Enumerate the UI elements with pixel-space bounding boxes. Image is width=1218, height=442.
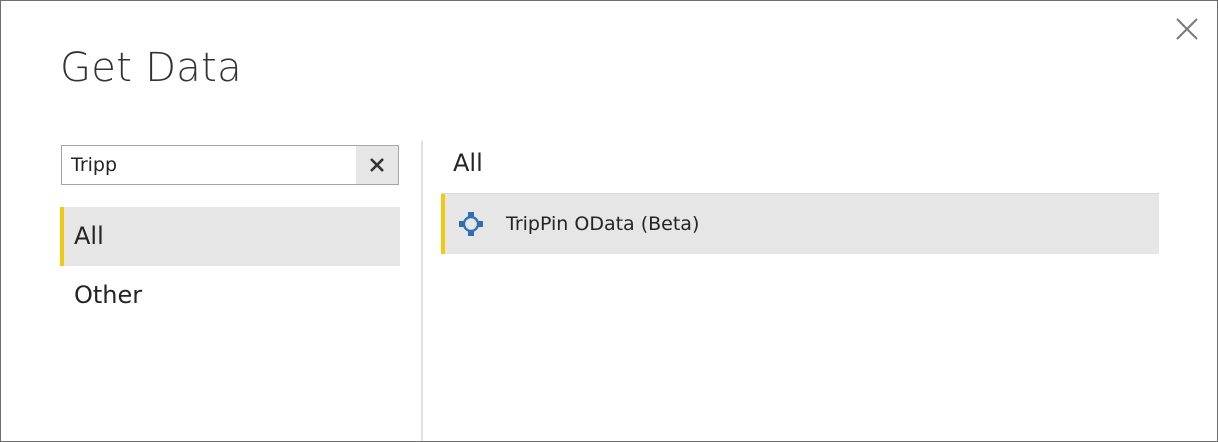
panel-divider <box>421 141 423 441</box>
category-item-label: Other <box>74 281 143 309</box>
search-box <box>61 145 399 185</box>
clear-search-button[interactable] <box>356 146 398 184</box>
result-item-trippin-odata[interactable]: TripPin OData (Beta) <box>441 194 1159 254</box>
result-item-label: TripPin OData (Beta) <box>506 213 700 235</box>
results-list: TripPin OData (Beta) <box>441 193 1159 254</box>
category-item-other[interactable]: Other <box>60 266 400 325</box>
results-heading: All <box>453 149 483 177</box>
clear-search-icon <box>370 158 384 172</box>
get-data-dialog: Get Data All Other All <box>0 0 1218 442</box>
category-item-label: All <box>74 222 104 250</box>
close-icon <box>1176 18 1198 40</box>
category-item-all[interactable]: All <box>60 207 400 266</box>
odata-connector-icon <box>458 211 484 237</box>
category-list: All Other <box>60 207 400 325</box>
dialog-title: Get Data <box>60 45 242 91</box>
search-input[interactable] <box>62 146 356 184</box>
close-button[interactable] <box>1173 15 1201 43</box>
